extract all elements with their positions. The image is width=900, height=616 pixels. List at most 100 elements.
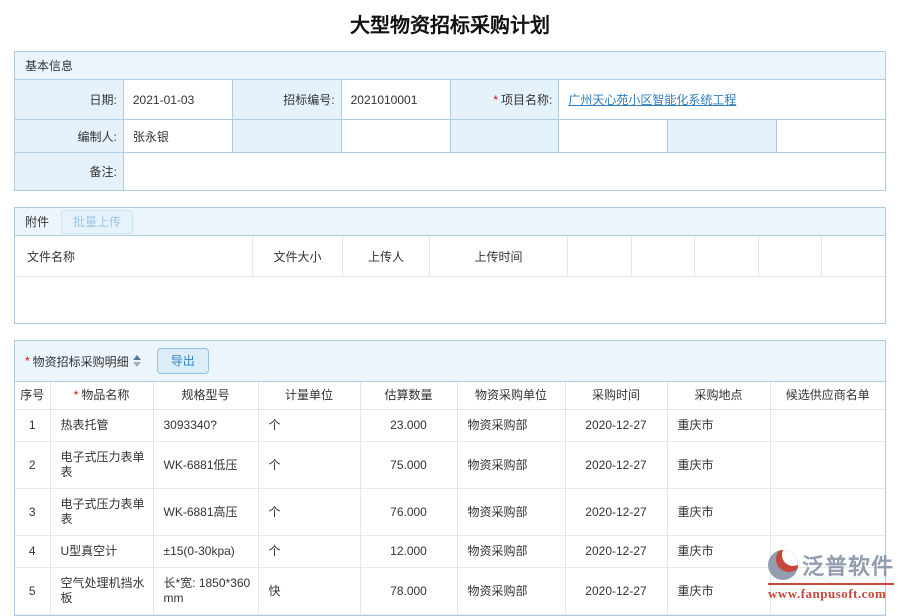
attachments-empty-body [15,277,885,323]
compiler-label-text: 编制人: [78,128,117,145]
date-value: 2021-01-03 [124,80,232,119]
details-column-header: 规格型号 [153,382,258,410]
details-row: 1热表托管3093340?个23.000物资采购部2020-12-27重庆市 [15,410,885,442]
attachments-empty-column [759,236,823,276]
project-name-label-text: 项目名称: [501,91,552,108]
attachments-section-title: 附件 [25,213,49,230]
details-row: 4U型真空计±15(0-30kpa)个12.000物资采购部2020-12-27… [15,536,885,568]
details-cell [770,489,885,536]
details-header-row: 序号*物品名称规格型号计量单位估算数量物资采购单位采购时间采购地点候选供应商名单 [15,382,885,410]
details-cell: ±15(0-30kpa) [153,536,258,568]
remark-label: 备注: [15,153,123,190]
details-cell: 4 [15,536,50,568]
details-cell: WK-6881低压 [153,442,258,489]
details-column-header: *物品名称 [50,382,153,410]
bid-number-label-text: 招标编号: [283,91,334,108]
details-cell: 个 [258,536,360,568]
attachments-empty-column [695,236,759,276]
details-cell: 空气处理机挡水板 [50,568,153,615]
compiler-label: 编制人: [15,120,123,152]
details-column-header: 候选供应商名单 [770,382,885,410]
details-cell: 电子式压力表单表 [50,489,153,536]
required-asterisk: * [74,388,79,402]
attachments-column-header: 上传人 [343,236,430,276]
details-cell: 个 [258,442,360,489]
details-cell: WK-6881高压 [153,489,258,536]
details-cell: 78.000 [360,568,457,615]
empty-label-cell [451,120,559,152]
batch-upload-button[interactable]: 批量上传 [61,210,133,234]
details-cell: 3 [15,489,50,536]
details-column-header: 序号 [15,382,50,410]
details-column-header: 采购时间 [565,382,667,410]
date-label-text: 日期: [90,91,117,108]
details-row: 3电子式压力表单表WK-6881高压个76.000物资采购部2020-12-27… [15,489,885,536]
details-cell: 物资采购部 [457,568,565,615]
details-cell: 热表托管 [50,410,153,442]
attachments-empty-column [568,236,632,276]
details-cell: 长*宽: 1850*360mm [153,568,258,615]
details-row: 2电子式压力表单表WK-6881低压个75.000物资采购部2020-12-27… [15,442,885,489]
details-cell: 2020-12-27 [565,442,667,489]
bid-number-value: 2021010001 [342,80,450,119]
details-cell: 2 [15,442,50,489]
page-title: 大型物资招标采购计划 [0,0,900,51]
attachments-section-header: 附件 批量上传 [15,208,885,236]
export-button[interactable]: 导出 [157,348,209,374]
required-asterisk: * [493,93,498,107]
details-cell: 物资采购部 [457,410,565,442]
project-name-label: * 项目名称: [451,80,559,119]
basic-info-section: 基本信息 日期: 2021-01-03 招标编号: 2021010001 * 项… [14,51,886,191]
empty-value-cell [342,120,450,152]
remark-value [124,153,885,190]
sort-up-arrow-icon [133,355,141,360]
required-asterisk: * [25,354,30,368]
project-name-value: 广州天心苑小区智能化系统工程 [559,80,885,119]
details-cell: 个 [258,489,360,536]
empty-value-cell [777,120,885,152]
details-cell: 1 [15,410,50,442]
bid-number-label: 招标编号: [233,80,341,119]
details-cell: U型真空计 [50,536,153,568]
details-column-header: 计量单位 [258,382,360,410]
basic-info-section-header: 基本信息 [15,52,885,80]
details-cell: 物资采购部 [457,489,565,536]
details-column-header: 估算数量 [360,382,457,410]
remark-label-text: 备注: [90,163,117,180]
details-cell: 2020-12-27 [565,568,667,615]
details-cell: 2020-12-27 [565,536,667,568]
date-label: 日期: [15,80,123,119]
attachments-header-row: 文件名称文件大小上传人上传时间 [15,236,885,277]
details-cell: 物资采购部 [457,442,565,489]
basic-info-section-title: 基本信息 [25,57,73,74]
empty-value-cell [559,120,667,152]
details-section-header: * 物资招标采购明细 导出 [15,341,885,382]
attachments-empty-column [632,236,696,276]
details-column-header: 采购地点 [667,382,770,410]
details-cell: 76.000 [360,489,457,536]
details-section-title: 物资招标采购明细 [33,353,129,370]
attachments-section: 附件 批量上传 文件名称文件大小上传人上传时间 [14,207,886,324]
details-column-header: 物资采购单位 [457,382,565,410]
details-cell [770,410,885,442]
details-cell [770,442,885,489]
sort-arrows-icon[interactable] [133,355,141,367]
details-cell [770,536,885,568]
details-cell: 快 [258,568,360,615]
compiler-value: 张永银 [124,120,232,152]
details-cell: 2020-12-27 [565,410,667,442]
details-cell [770,568,885,615]
details-cell: 重庆市 [667,410,770,442]
details-cell: 重庆市 [667,536,770,568]
details-cell: 12.000 [360,536,457,568]
details-cell: 3093340? [153,410,258,442]
details-section: * 物资招标采购明细 导出 序号*物品名称规格型号计量单位估算数量物资采购单位采… [14,340,886,616]
details-cell: 个 [258,410,360,442]
attachments-column-header: 文件名称 [15,236,253,276]
project-name-link[interactable]: 广州天心苑小区智能化系统工程 [568,91,736,108]
details-cell: 75.000 [360,442,457,489]
details-cell: 电子式压力表单表 [50,442,153,489]
attachments-empty-column [822,236,885,276]
details-cell: 重庆市 [667,442,770,489]
details-cell: 重庆市 [667,568,770,615]
